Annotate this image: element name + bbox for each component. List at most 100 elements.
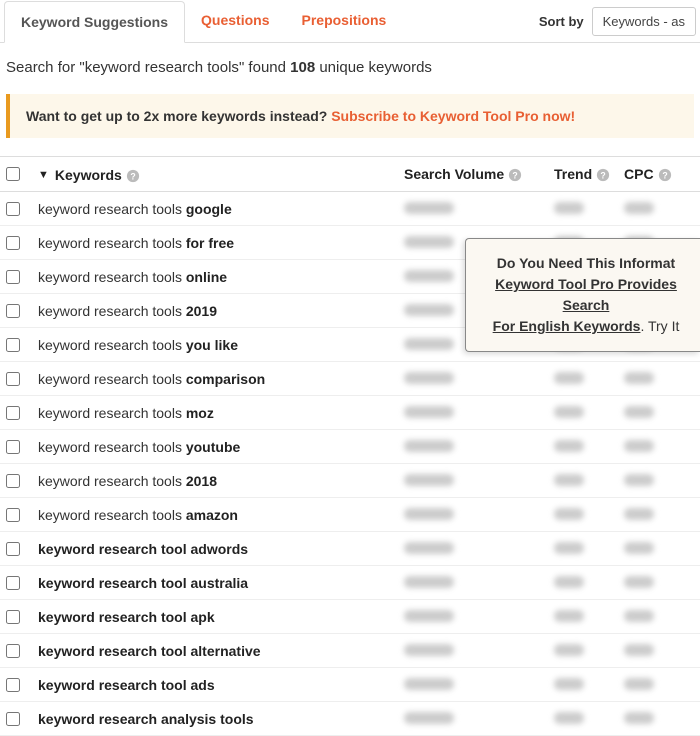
blurred-value bbox=[624, 542, 654, 554]
header-cpc[interactable]: CPC bbox=[624, 166, 654, 182]
table-row: keyword research tools youtube bbox=[0, 430, 700, 464]
keyword-cell: keyword research tool apk bbox=[30, 609, 404, 625]
blurred-value bbox=[404, 304, 454, 316]
row-checkbox[interactable] bbox=[6, 406, 20, 420]
row-checkbox[interactable] bbox=[6, 610, 20, 624]
blurred-value bbox=[404, 474, 454, 486]
blurred-value bbox=[404, 372, 454, 384]
table-row: keyword research analysis tools bbox=[0, 702, 700, 736]
blurred-value bbox=[624, 644, 654, 656]
table-row: keyword research tool australia bbox=[0, 566, 700, 600]
promo-banner: Want to get up to 2x more keywords inste… bbox=[6, 94, 694, 138]
row-checkbox[interactable] bbox=[6, 202, 20, 216]
results-summary: Search for "keyword research tools" foun… bbox=[0, 43, 700, 90]
blurred-value bbox=[554, 372, 584, 384]
table-row: keyword research tool alternative bbox=[0, 634, 700, 668]
help-icon[interactable]: ? bbox=[658, 166, 672, 182]
row-checkbox[interactable] bbox=[6, 576, 20, 590]
svg-text:?: ? bbox=[512, 171, 517, 181]
table-row: keyword research tool adwords bbox=[0, 532, 700, 566]
keyword-cell: keyword research analysis tools bbox=[30, 711, 404, 727]
promo-subscribe-link[interactable]: Subscribe to Keyword Tool Pro now! bbox=[331, 108, 575, 124]
keyword-cell: keyword research tools you like bbox=[30, 337, 404, 353]
keyword-cell: keyword research tool alternative bbox=[30, 643, 404, 659]
blurred-value bbox=[624, 678, 654, 690]
keyword-cell: keyword research tools moz bbox=[30, 405, 404, 421]
blurred-value bbox=[624, 406, 654, 418]
blurred-value bbox=[624, 440, 654, 452]
keyword-cell: keyword research tools google bbox=[30, 201, 404, 217]
blurred-value bbox=[404, 644, 454, 656]
blurred-value bbox=[624, 508, 654, 520]
tab-keyword-suggestions[interactable]: Keyword Suggestions bbox=[4, 1, 185, 43]
row-checkbox[interactable] bbox=[6, 542, 20, 556]
row-checkbox[interactable] bbox=[6, 508, 20, 522]
help-icon[interactable]: ? bbox=[126, 167, 140, 183]
table-row: keyword research tool ads bbox=[0, 668, 700, 702]
row-checkbox[interactable] bbox=[6, 270, 20, 284]
blurred-value bbox=[404, 542, 454, 554]
keyword-cell: keyword research tools amazon bbox=[30, 507, 404, 523]
sort-by-label: Sort by bbox=[539, 14, 584, 29]
table-row: keyword research tool apk bbox=[0, 600, 700, 634]
blurred-value bbox=[624, 474, 654, 486]
blurred-value bbox=[554, 610, 584, 622]
row-checkbox[interactable] bbox=[6, 474, 20, 488]
header-trend[interactable]: Trend bbox=[554, 166, 592, 182]
header-keywords[interactable]: Keywords bbox=[55, 167, 122, 183]
table-row: keyword research tools 2018 bbox=[0, 464, 700, 498]
blurred-value bbox=[404, 678, 454, 690]
blurred-value bbox=[404, 610, 454, 622]
blurred-value bbox=[624, 576, 654, 588]
blurred-value bbox=[404, 576, 454, 588]
keyword-cell: keyword research tools online bbox=[30, 269, 404, 285]
blurred-value bbox=[554, 440, 584, 452]
keyword-cell: keyword research tools 2018 bbox=[30, 473, 404, 489]
header-search-volume[interactable]: Search Volume bbox=[404, 166, 504, 182]
row-checkbox[interactable] bbox=[6, 440, 20, 454]
blurred-value bbox=[404, 508, 454, 520]
blurred-value bbox=[554, 406, 584, 418]
blurred-value bbox=[624, 372, 654, 384]
keyword-cell: keyword research tool adwords bbox=[30, 541, 404, 557]
help-icon[interactable]: ? bbox=[596, 166, 610, 182]
keyword-cell: keyword research tools youtube bbox=[30, 439, 404, 455]
help-icon[interactable]: ? bbox=[508, 166, 522, 182]
blurred-value bbox=[404, 202, 454, 214]
blurred-value bbox=[624, 712, 654, 724]
keyword-cell: keyword research tools comparison bbox=[30, 371, 404, 387]
blurred-value bbox=[554, 644, 584, 656]
keyword-cell: keyword research tool australia bbox=[30, 575, 404, 591]
tab-prepositions[interactable]: Prepositions bbox=[286, 0, 403, 42]
blurred-value bbox=[554, 474, 584, 486]
blurred-value bbox=[404, 712, 454, 724]
upsell-popup: Do You Need This Informat Keyword Tool P… bbox=[465, 238, 700, 352]
row-checkbox[interactable] bbox=[6, 304, 20, 318]
table-row: keyword research tools google bbox=[0, 192, 700, 226]
row-checkbox[interactable] bbox=[6, 236, 20, 250]
svg-text:?: ? bbox=[600, 171, 605, 181]
sort-by-select[interactable]: Keywords - as bbox=[592, 7, 696, 36]
blurred-value bbox=[404, 440, 454, 452]
svg-text:?: ? bbox=[662, 171, 667, 181]
select-all-checkbox[interactable] bbox=[6, 167, 20, 181]
blurred-value bbox=[554, 712, 584, 724]
keyword-cell: keyword research tools 2019 bbox=[30, 303, 404, 319]
blurred-value bbox=[404, 270, 454, 282]
svg-text:?: ? bbox=[130, 172, 135, 182]
blurred-value bbox=[404, 236, 454, 248]
row-checkbox[interactable] bbox=[6, 712, 20, 726]
blurred-value bbox=[624, 202, 654, 214]
tab-questions[interactable]: Questions bbox=[185, 0, 285, 42]
table-row: keyword research tools amazon bbox=[0, 498, 700, 532]
row-checkbox[interactable] bbox=[6, 644, 20, 658]
blurred-value bbox=[554, 202, 584, 214]
row-checkbox[interactable] bbox=[6, 338, 20, 352]
table-row: keyword research tools comparison bbox=[0, 362, 700, 396]
blurred-value bbox=[404, 406, 454, 418]
row-checkbox[interactable] bbox=[6, 372, 20, 386]
blurred-value bbox=[554, 576, 584, 588]
row-checkbox[interactable] bbox=[6, 678, 20, 692]
blurred-value bbox=[554, 678, 584, 690]
table-row: keyword research tools moz bbox=[0, 396, 700, 430]
